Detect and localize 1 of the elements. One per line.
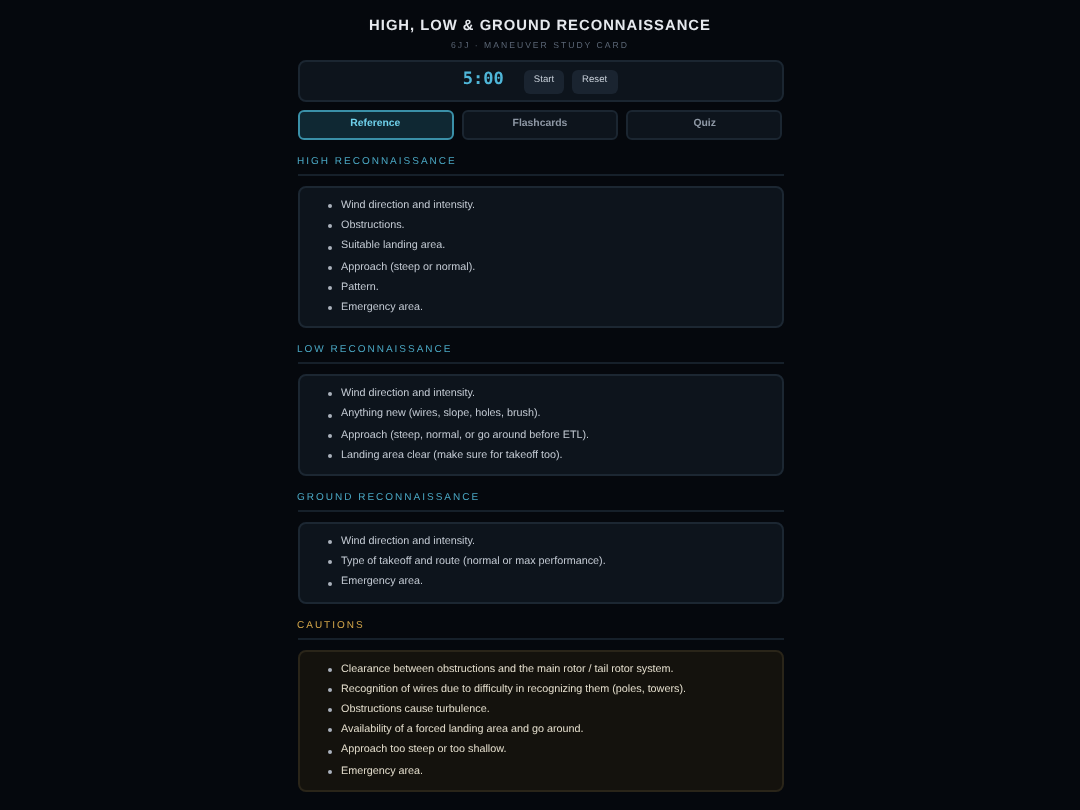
- timer-display: 5:00: [462, 68, 504, 94]
